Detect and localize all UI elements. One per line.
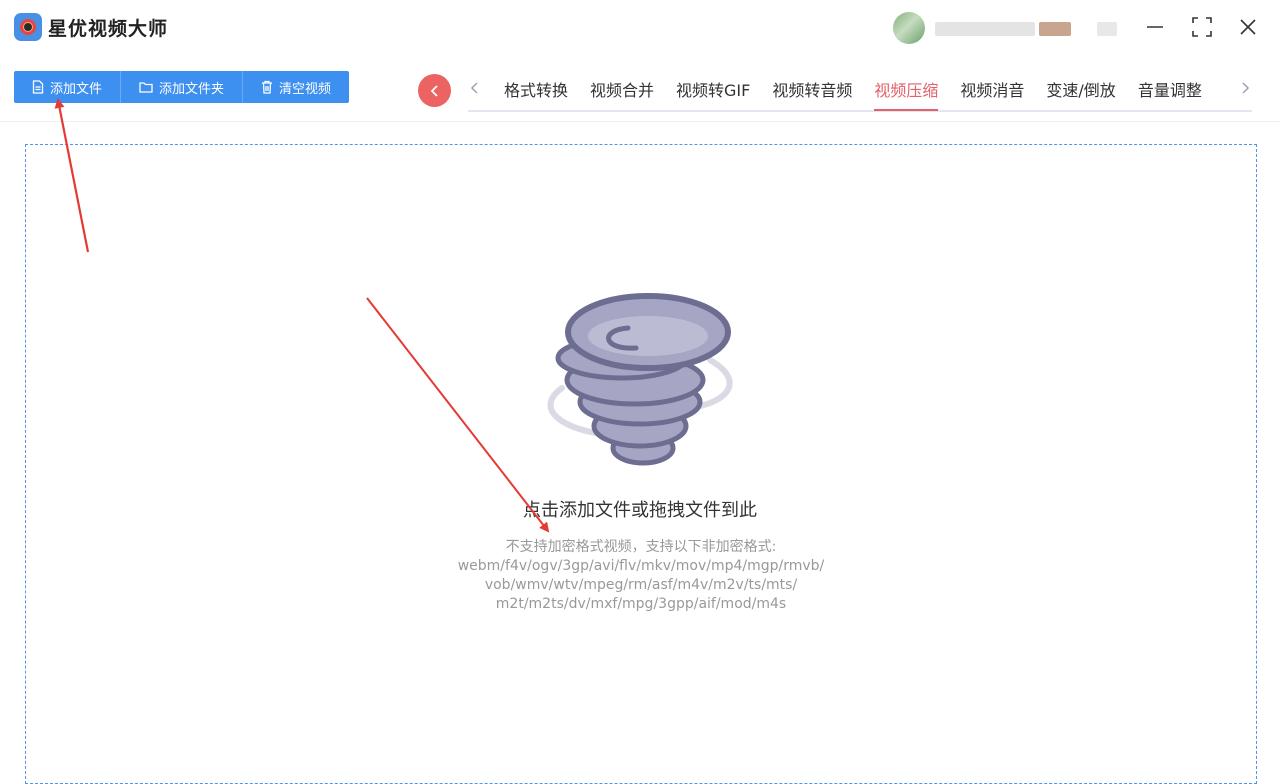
chevron-right-icon bbox=[1242, 82, 1250, 94]
encryption-notice: 不支持加密格式视频，支持以下非加密格式: bbox=[505, 539, 777, 555]
tab-video-to-audio[interactable]: 视频转音频 bbox=[772, 72, 852, 108]
folder-icon bbox=[139, 82, 153, 93]
app-title: 星优视频大师 bbox=[48, 18, 169, 40]
function-tabs: 格式转换 视频合并 视频转GIF 视频转音频 视频压缩 视频消音 变速/倒放 音… bbox=[468, 72, 1252, 112]
tab-video-compress[interactable]: 视频压缩 bbox=[874, 72, 939, 111]
title-bar: 星优视频大师 bbox=[0, 0, 1280, 60]
tab-volume-adjust[interactable]: 音量调整 bbox=[1138, 72, 1202, 108]
app-logo-icon bbox=[14, 13, 42, 41]
maximize-button[interactable] bbox=[1189, 14, 1215, 40]
close-icon bbox=[1240, 19, 1256, 35]
minimize-icon bbox=[1147, 26, 1163, 28]
tornado-icon bbox=[547, 293, 733, 466]
header-divider bbox=[0, 121, 1280, 122]
tab-video-to-gif[interactable]: 视频转GIF bbox=[676, 72, 750, 108]
chevron-left-icon bbox=[430, 84, 438, 97]
add-file-label: 添加文件 bbox=[50, 81, 103, 97]
chevron-left-icon bbox=[470, 82, 478, 94]
close-button[interactable] bbox=[1235, 14, 1261, 40]
tab-video-mute[interactable]: 视频消音 bbox=[960, 72, 1024, 108]
trash-icon bbox=[262, 80, 273, 94]
user-account[interactable] bbox=[893, 12, 1123, 44]
file-icon bbox=[32, 80, 44, 94]
drop-zone-title: 点击添加文件或拖拽文件到此 bbox=[523, 500, 757, 521]
minimize-button[interactable] bbox=[1142, 14, 1168, 40]
back-button[interactable] bbox=[418, 74, 451, 107]
avatar[interactable] bbox=[893, 12, 925, 44]
formats-line: m2t/m2ts/dv/mxf/mpg/3gpp/aif/mod/m4s bbox=[495, 596, 787, 612]
formats-line: webm/f4v/ogv/3gp/avi/flv/mkv/mov/mp4/mgp… bbox=[457, 558, 825, 574]
add-folder-label: 添加文件夹 bbox=[159, 81, 225, 97]
tab-video-merge[interactable]: 视频合并 bbox=[590, 72, 654, 108]
formats-line: vob/wmv/wtv/mpeg/rm/asf/m4v/m2v/ts/mts/ bbox=[484, 577, 798, 593]
tab-format-convert[interactable]: 格式转换 bbox=[504, 72, 568, 108]
clear-videos-button[interactable]: 清空视频 bbox=[243, 71, 349, 103]
maximize-icon bbox=[1192, 17, 1212, 37]
tabs-scroll-left-button[interactable] bbox=[468, 78, 482, 98]
tab-speed-reverse[interactable]: 变速/倒放 bbox=[1046, 72, 1115, 108]
clear-videos-label: 清空视频 bbox=[279, 81, 332, 97]
file-toolbar: 添加文件 添加文件夹 清空视频 bbox=[14, 71, 350, 103]
add-folder-button[interactable]: 添加文件夹 bbox=[121, 71, 244, 103]
menu-blurred[interactable] bbox=[1097, 22, 1117, 36]
tabs-scroll-right-button[interactable] bbox=[1238, 78, 1252, 98]
supported-formats: 不支持加密格式视频，支持以下非加密格式: webm/f4v/ogv/3gp/av… bbox=[440, 538, 842, 614]
badge-blurred bbox=[1039, 22, 1071, 36]
add-file-button[interactable]: 添加文件 bbox=[14, 71, 122, 103]
username-blurred bbox=[935, 22, 1035, 36]
